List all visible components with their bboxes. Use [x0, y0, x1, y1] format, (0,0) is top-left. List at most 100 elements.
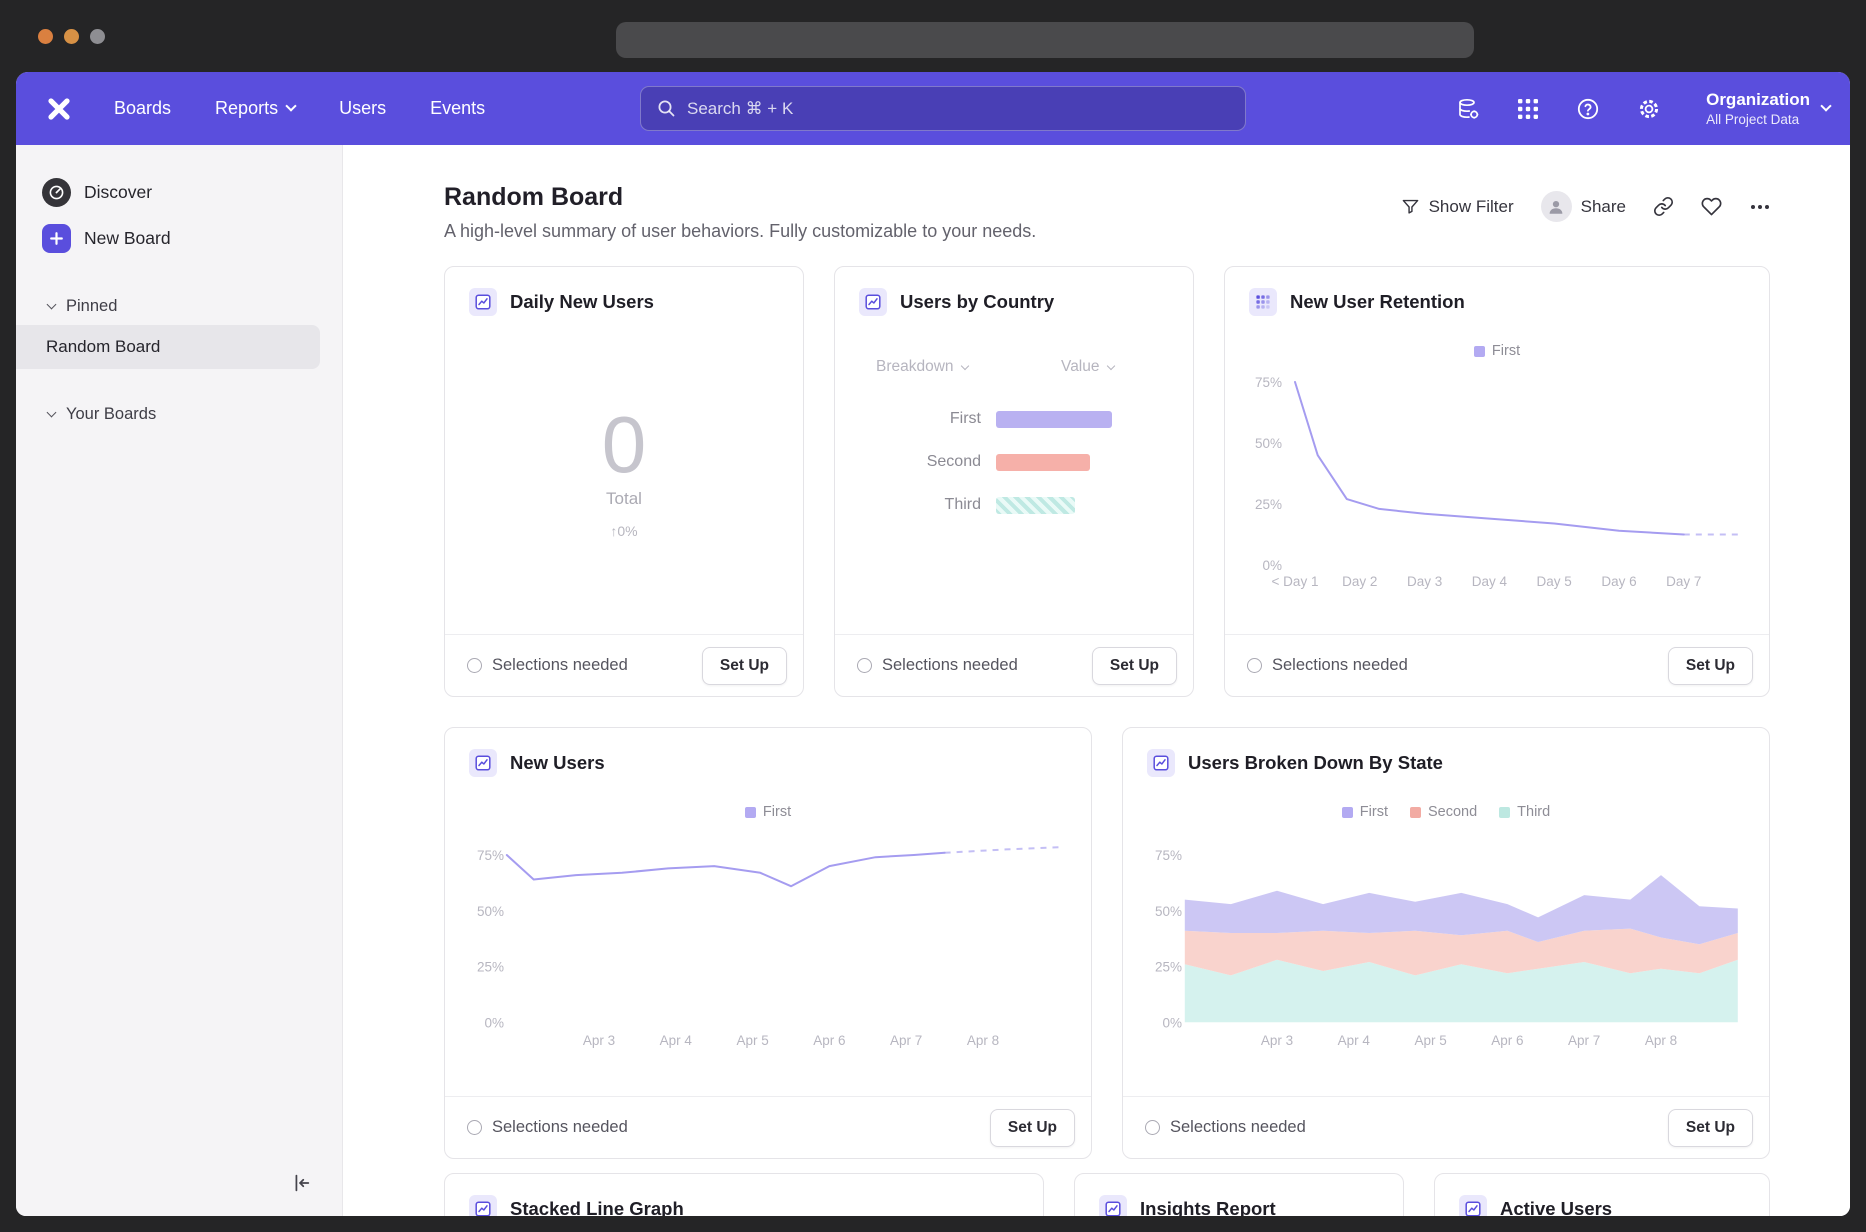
set-up-button[interactable]: Set Up — [702, 647, 787, 685]
board-toolbar: Show Filter Share — [1401, 191, 1771, 222]
window-controls — [38, 29, 105, 44]
show-filter-button[interactable]: Show Filter — [1401, 197, 1514, 217]
card-new-user-retention: New User Retention First 75%50%25%0%< Da… — [1224, 266, 1770, 697]
status-circle-icon — [1247, 658, 1262, 673]
svg-text:Apr 8: Apr 8 — [967, 1033, 999, 1048]
sidebar-item-discover[interactable]: Discover — [16, 169, 342, 215]
breakdown-dropdown[interactable]: Breakdown — [876, 358, 968, 376]
show-filter-label: Show Filter — [1429, 197, 1514, 217]
card-footer: Selections needed Set Up — [1123, 1096, 1769, 1158]
cards-row-1: Daily New Users 0 Total ↑0% — [444, 266, 1771, 697]
chart-legend: First — [445, 803, 1091, 821]
minimize-window-button[interactable] — [64, 29, 79, 44]
set-up-button[interactable]: Set Up — [1092, 647, 1177, 685]
sidebar-item-new-board[interactable]: New Board — [16, 215, 342, 261]
svg-text:Apr 7: Apr 7 — [1568, 1033, 1600, 1048]
settings-gear-icon[interactable] — [1637, 97, 1661, 121]
users-by-state-chart: 75%50%25%0%Apr 3Apr 4Apr 5Apr 6Apr 7Apr … — [1138, 829, 1754, 1059]
board-subtitle: A high-level summary of user behaviors. … — [444, 221, 1771, 242]
maximize-window-button[interactable] — [90, 29, 105, 44]
data-management-icon[interactable] — [1456, 97, 1480, 121]
board-header: Random Board A high-level summary of use… — [444, 145, 1771, 242]
svg-text:Apr 7: Apr 7 — [890, 1033, 922, 1048]
copy-link-icon[interactable] — [1653, 196, 1674, 217]
selections-needed-status: Selections needed — [1247, 656, 1408, 675]
value-dropdown[interactable]: Value — [1061, 358, 1114, 376]
top-navigation: Boards Reports Users Events — [16, 72, 1850, 145]
help-icon[interactable] — [1576, 97, 1600, 121]
card-footer: Selections needed Set Up — [835, 634, 1193, 696]
status-text: Selections needed — [492, 1118, 628, 1137]
svg-text:Day 5: Day 5 — [1537, 574, 1572, 589]
line-chart-icon — [859, 288, 887, 316]
card-users-by-state: Users Broken Down By State FirstSecondTh… — [1122, 727, 1770, 1159]
card-body: Breakdown Value FirstSecondThird — [835, 330, 1193, 634]
close-window-button[interactable] — [38, 29, 53, 44]
line-chart-icon — [1099, 1195, 1127, 1216]
sidebar-section-your-boards[interactable]: Your Boards — [16, 395, 342, 433]
card-new-users: New Users First 75%50%25%0%Apr 3Apr 4Apr… — [444, 727, 1092, 1159]
status-circle-icon — [857, 658, 872, 673]
legend-item: First — [745, 804, 791, 820]
collapse-sidebar-icon[interactable] — [290, 1172, 312, 1194]
svg-text:75%: 75% — [1155, 848, 1182, 863]
card-body: FirstSecondThird 75%50%25%0%Apr 3Apr 4Ap… — [1123, 791, 1769, 1096]
new-users-chart: 75%50%25%0%Apr 3Apr 4Apr 5Apr 6Apr 7Apr … — [460, 829, 1076, 1059]
svg-text:Apr 8: Apr 8 — [1645, 1033, 1677, 1048]
card-title: Insights Report — [1140, 1198, 1276, 1216]
card-daily-new-users: Daily New Users 0 Total ↑0% — [444, 266, 804, 697]
set-up-button[interactable]: Set Up — [990, 1109, 1075, 1147]
legend-swatch — [1499, 807, 1510, 818]
svg-text:Apr 4: Apr 4 — [1338, 1033, 1371, 1048]
legend-swatch — [1474, 346, 1485, 357]
svg-text:25%: 25% — [1255, 497, 1282, 512]
retention-chart: 75%50%25%0%< Day 1Day 2Day 3Day 4Day 5Da… — [1240, 368, 1754, 600]
nav-item-boards[interactable]: Boards — [114, 98, 171, 119]
svg-text:75%: 75% — [477, 848, 504, 863]
sidebar-item-label: Discover — [84, 182, 152, 203]
chart-legend: FirstSecondThird — [1123, 803, 1769, 821]
legend-item: First — [1474, 343, 1520, 359]
card-title: Daily New Users — [510, 291, 654, 313]
nav-item-users[interactable]: Users — [339, 98, 386, 119]
status-circle-icon — [1145, 1120, 1160, 1135]
card-body: First 75%50%25%0%< Day 1Day 2Day 3Day 4D… — [1225, 330, 1769, 634]
share-label: Share — [1581, 197, 1626, 217]
avatar — [1541, 191, 1572, 222]
address-bar[interactable] — [616, 22, 1474, 58]
search-input[interactable] — [687, 99, 1229, 119]
set-up-button[interactable]: Set Up — [1668, 647, 1753, 685]
sidebar-item-label: New Board — [84, 228, 171, 249]
country-rows: FirstSecondThird — [835, 410, 1193, 539]
sidebar-board-random-board[interactable]: Random Board — [16, 325, 320, 369]
card-footer: Selections needed Set Up — [445, 1096, 1091, 1158]
card-body: First 75%50%25%0%Apr 3Apr 4Apr 5Apr 6Apr… — [445, 791, 1091, 1096]
card-header: Stacked Line Graph — [445, 1174, 1043, 1216]
global-search[interactable] — [640, 86, 1246, 131]
board-main: Random Board A high-level summary of use… — [343, 145, 1850, 1216]
svg-text:Apr 5: Apr 5 — [1414, 1033, 1446, 1048]
card-footer: Selections needed Set Up — [445, 634, 803, 696]
status-circle-icon — [467, 658, 482, 673]
nav-item-reports[interactable]: Reports — [215, 98, 295, 119]
svg-text:50%: 50% — [1155, 904, 1182, 919]
organization-switcher[interactable]: Organization All Project Data — [1706, 90, 1830, 127]
cards-row-3: Stacked Line Graph Insights Report — [444, 1173, 1771, 1216]
sidebar-section-pinned[interactable]: Pinned — [16, 287, 342, 325]
share-button[interactable]: Share — [1541, 191, 1626, 222]
more-options-icon[interactable] — [1749, 196, 1771, 218]
selections-needed-status: Selections needed — [1145, 1118, 1306, 1137]
mixpanel-logo-icon[interactable] — [44, 94, 74, 124]
legend-swatch — [1410, 807, 1421, 818]
apps-grid-icon[interactable] — [1517, 98, 1539, 120]
svg-text:25%: 25% — [477, 960, 504, 975]
country-row-label: Third — [835, 496, 981, 514]
svg-text:Day 7: Day 7 — [1666, 574, 1701, 589]
retention-grid-icon — [1249, 288, 1277, 316]
nav-item-events[interactable]: Events — [430, 98, 485, 119]
favorite-heart-icon[interactable] — [1701, 196, 1722, 217]
country-row-label: Second — [835, 453, 981, 471]
card-title: Active Users — [1500, 1198, 1612, 1216]
set-up-button[interactable]: Set Up — [1668, 1109, 1753, 1147]
legend-item: Third — [1499, 804, 1550, 820]
